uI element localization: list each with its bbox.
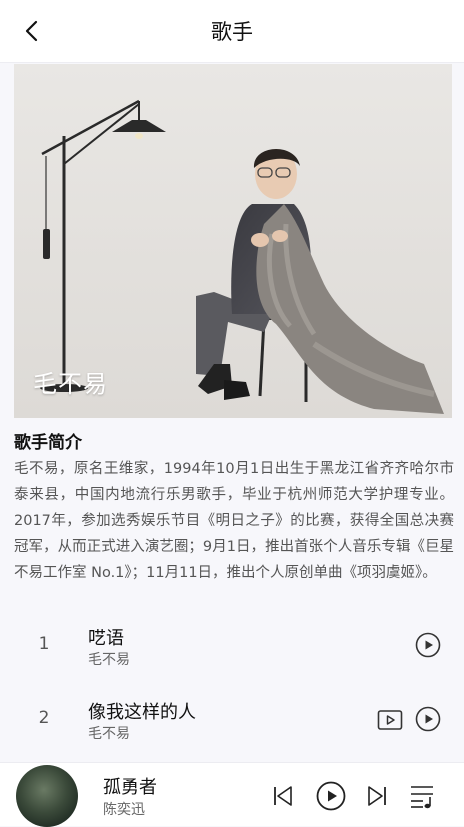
playlist-button[interactable]: [406, 781, 440, 811]
song-index: 1: [38, 634, 50, 654]
now-playing-title: 孤勇者: [103, 777, 157, 798]
play-song-button[interactable]: [414, 705, 442, 733]
play-button[interactable]: [314, 779, 348, 813]
play-circle-icon: [316, 781, 346, 811]
top-nav-bar: 歌手: [0, 0, 464, 63]
skip-next-icon: [368, 786, 386, 806]
mini-player: 孤勇者 陈奕迅: [0, 762, 464, 827]
song-title: 像我这样的人: [88, 702, 196, 723]
mv-button[interactable]: [376, 706, 404, 734]
album-cover[interactable]: [16, 765, 78, 827]
song-row[interactable]: 1 呓语 毛不易: [0, 616, 464, 690]
singer-photo: 毛不易: [14, 64, 452, 418]
page-title: 歌手: [211, 20, 253, 44]
song-artist: 毛不易: [88, 726, 130, 742]
play-circle-icon: [415, 706, 441, 732]
song-index: 2: [38, 708, 50, 728]
playlist-icon: [411, 786, 433, 809]
intro-heading: 歌手简介: [14, 433, 82, 453]
song-list: 1 呓语 毛不易 2 像我这样的人 毛不易: [0, 616, 464, 764]
previous-button[interactable]: [268, 781, 298, 811]
singer-name-overlay: 毛不易: [33, 370, 108, 398]
play-circle-icon: [415, 632, 441, 658]
play-song-button[interactable]: [414, 631, 442, 659]
song-title: 呓语: [88, 628, 124, 649]
now-playing-artist: 陈奕迅: [103, 802, 145, 818]
song-artist: 毛不易: [88, 652, 130, 668]
intro-text: 毛不易，原名王维家，1994年10月1日出生于黑龙江省齐齐哈尔市泰来县，中国内地…: [14, 461, 454, 581]
next-button[interactable]: [362, 781, 392, 811]
skip-previous-icon: [274, 786, 292, 806]
song-row[interactable]: 2 像我这样的人 毛不易: [0, 690, 464, 764]
video-icon: [377, 710, 403, 730]
